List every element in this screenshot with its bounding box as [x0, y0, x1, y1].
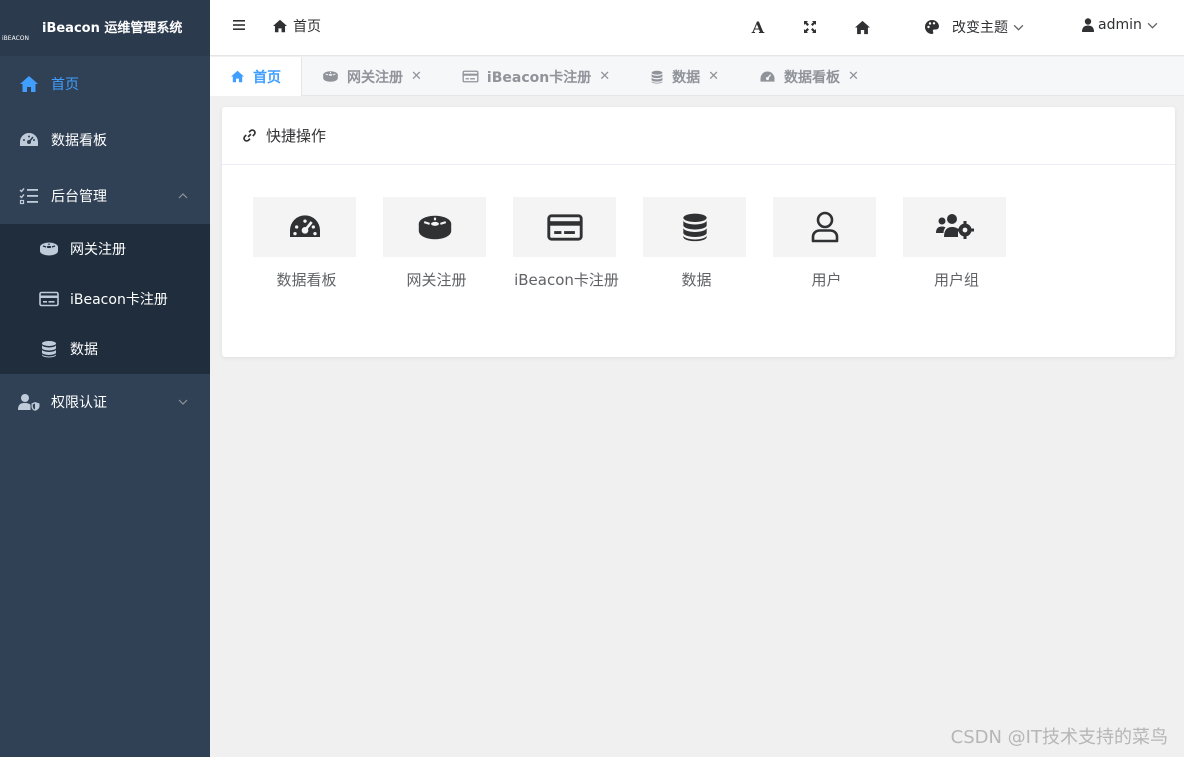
database-icon [682, 213, 707, 242]
tab-label: 数据 [672, 69, 701, 86]
dashboard-icon [759, 70, 776, 84]
shortcut-label: 数据看板 [276, 271, 337, 289]
router-icon [38, 240, 60, 258]
user-menu[interactable]: admin [1082, 17, 1158, 33]
shortcut-tile[interactable] [513, 197, 616, 257]
font-size-icon[interactable]: A [749, 18, 767, 37]
database-icon [650, 70, 664, 84]
sidebar-item-label: 数据 [70, 342, 98, 358]
shortcut-tile[interactable] [253, 197, 356, 257]
fullscreen-icon[interactable] [801, 18, 819, 36]
sidebar-item-admin[interactable]: 后台管理 [0, 168, 210, 224]
shortcut-label: 数据 [681, 271, 712, 289]
close-icon[interactable]: ✕ [599, 69, 610, 84]
breadcrumb[interactable]: 首页 [272, 16, 321, 36]
shortcut-data[interactable]: 数据 [643, 197, 773, 290]
chevron-down-icon [178, 399, 188, 405]
home-icon [230, 70, 245, 83]
watermark: CSDN @IT技术支持的菜鸟 [950, 727, 1168, 748]
sidebar-item-label: 后台管理 [51, 189, 107, 205]
database-icon [38, 340, 60, 358]
shortcut-tile[interactable] [903, 197, 1006, 257]
tab-label: 网关注册 [347, 69, 403, 86]
palette-icon [925, 20, 939, 34]
shortcut-label: iBeacon卡注册 [514, 271, 619, 289]
dashboard-icon [18, 130, 40, 150]
dashboard-icon [289, 215, 320, 237]
card-icon [462, 70, 479, 83]
user-icon [811, 211, 838, 243]
home-icon[interactable] [853, 18, 871, 36]
close-icon[interactable]: ✕ [411, 69, 422, 84]
close-icon[interactable]: ✕ [708, 69, 719, 84]
sidebar-item-label: 权限认证 [51, 395, 107, 411]
shortcut-label: 用户组 [933, 271, 979, 289]
tab-home[interactable]: 首页 [210, 57, 302, 96]
shortcut-tile[interactable] [773, 197, 876, 257]
close-icon[interactable]: ✕ [848, 69, 859, 84]
tab-bar: 首页 网关注册 ✕ iBeacon卡注册 ✕ 数据 ✕ 数据看板 ✕ [210, 57, 1184, 96]
sidebar-item-label: 网关注册 [70, 242, 126, 258]
link-icon [243, 129, 256, 142]
chevron-down-icon [1013, 24, 1024, 31]
sidebar-item-dashboard[interactable]: 数据看板 [0, 112, 210, 168]
tab-card[interactable]: iBeacon卡注册 ✕ [442, 57, 630, 96]
theme-label: 改变主题 [952, 20, 1008, 36]
user-shield-icon [18, 392, 40, 412]
shortcut-user[interactable]: 用户 [773, 197, 903, 290]
shortcut-label: 网关注册 [406, 271, 467, 289]
card-icon [546, 213, 583, 241]
shortcut-card[interactable]: iBeacon卡注册 [513, 197, 643, 290]
top-header: 首页 A 改变主题 admin [210, 0, 1184, 56]
breadcrumb-label: 首页 [293, 19, 321, 35]
shortcut-tile[interactable] [383, 197, 486, 257]
brand: iBEACON iBeacon 运维管理系统 [0, 0, 210, 56]
home-icon [273, 19, 287, 33]
router-icon [322, 70, 339, 83]
sidebar-item-label: iBeacon卡注册 [70, 292, 168, 308]
sidebar-item-home[interactable]: 首页 [0, 56, 210, 112]
quick-actions-card: 快捷操作 数据看板 网关注册 iBeacon卡注册 数据 用户 用户组 [222, 107, 1175, 357]
chevron-up-icon [178, 193, 188, 199]
shortcut-user-group[interactable]: 用户组 [903, 197, 1033, 290]
chevron-down-icon [1147, 22, 1158, 29]
tab-data[interactable]: 数据 ✕ [630, 57, 739, 96]
sidebar-item-auth[interactable]: 权限认证 [0, 374, 210, 430]
tab-gateway[interactable]: 网关注册 ✕ [302, 57, 442, 96]
sidebar-item-label: 首页 [51, 77, 79, 93]
card-title: 快捷操作 [266, 127, 327, 145]
home-icon [18, 74, 40, 94]
shortcut-gateway[interactable]: 网关注册 [383, 197, 513, 290]
sidebar: iBEACON iBeacon 运维管理系统 首页 数据看板 后台管理 网关注册 [0, 0, 210, 757]
shortcut-dashboard[interactable]: 数据看板 [253, 197, 383, 290]
logo-text: iBEACON [2, 34, 29, 42]
tab-label: 首页 [253, 69, 281, 86]
sidebar-item-card[interactable]: iBeacon卡注册 [0, 274, 210, 324]
user-icon [1082, 18, 1094, 32]
tab-label: 数据看板 [784, 69, 841, 86]
submenu-admin: 网关注册 iBeacon卡注册 数据 [0, 224, 210, 374]
sidebar-item-label: 数据看板 [51, 133, 107, 149]
shortcut-tile[interactable] [643, 197, 746, 257]
app-title: iBeacon 运维管理系统 [42, 20, 183, 36]
sidebar-item-data[interactable]: 数据 [0, 324, 210, 374]
shortcut-list: 数据看板 网关注册 iBeacon卡注册 数据 用户 用户组 [253, 197, 1033, 290]
sidebar-item-gateway[interactable]: 网关注册 [0, 224, 210, 274]
user-label: admin [1098, 17, 1142, 33]
tab-label: iBeacon卡注册 [486, 69, 592, 86]
logo: iBEACON [2, 32, 34, 44]
router-icon [418, 215, 451, 239]
shortcut-label: 用户 [811, 271, 842, 289]
list-check-icon [18, 186, 40, 206]
hamburger-icon[interactable] [232, 18, 246, 32]
card-icon [38, 290, 60, 308]
tab-dashboard[interactable]: 数据看板 ✕ [739, 57, 879, 96]
card-header: 快捷操作 [222, 107, 1175, 165]
users-cog-icon [935, 214, 974, 239]
theme-switcher[interactable]: 改变主题 [924, 17, 1024, 37]
